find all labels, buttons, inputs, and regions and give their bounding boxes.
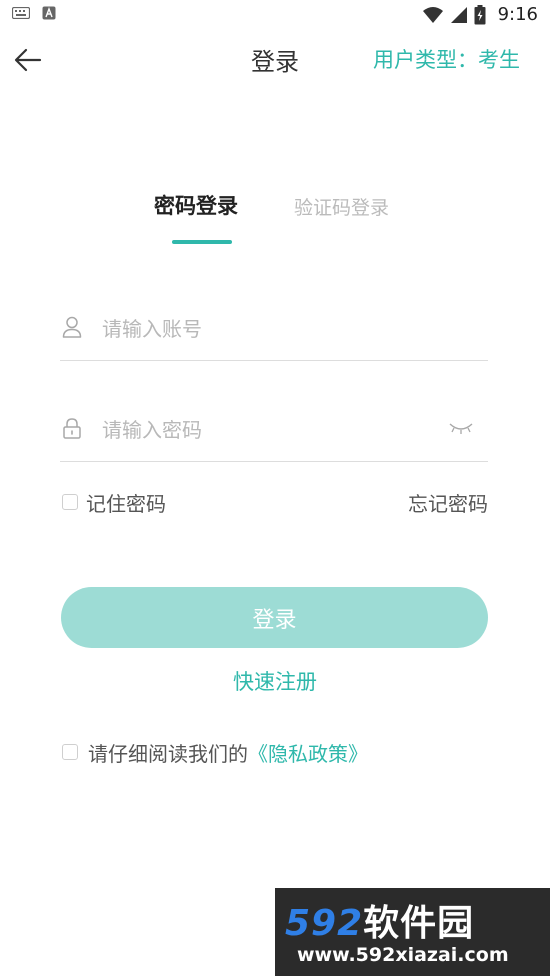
signal-icon <box>450 6 467 23</box>
forgot-password-link[interactable]: 忘记密码 <box>408 488 488 517</box>
tab-password-login[interactable]: 密码登录 <box>154 190 238 220</box>
login-tabs: 密码登录 验证码登录 <box>0 190 550 250</box>
a-notification-icon <box>42 6 56 20</box>
eye-closed-icon[interactable] <box>448 419 474 437</box>
tab-code-login[interactable]: 验证码登录 <box>294 193 389 220</box>
watermark-banner: 592软件园 www.592xiazai.com <box>275 888 550 976</box>
login-button[interactable]: 登录 <box>61 587 488 648</box>
privacy-agree-checkbox[interactable] <box>62 744 78 760</box>
username-field-row <box>60 300 488 361</box>
user-icon <box>62 316 82 338</box>
remember-password-checkbox[interactable] <box>62 494 78 510</box>
user-type-selector[interactable]: 用户类型：考生 <box>373 44 520 74</box>
status-left <box>12 6 56 20</box>
status-bar: 9:16 <box>0 0 550 30</box>
watermark-logo-text: 软件园 <box>363 903 475 944</box>
privacy-prompt: 请仔细阅读我们的 <box>88 742 248 766</box>
lock-icon <box>63 418 81 439</box>
password-input[interactable] <box>100 409 444 451</box>
status-right: 9:16 <box>422 4 538 25</box>
keyboard-icon <box>12 7 30 19</box>
watermark-url: www.592xiazai.com <box>297 944 509 966</box>
privacy-text: 请仔细阅读我们的《隐私政策》 <box>88 738 368 767</box>
watermark-logo: 592软件园 <box>285 894 474 946</box>
username-input[interactable] <box>100 308 444 350</box>
active-tab-indicator <box>172 240 232 244</box>
back-button[interactable] <box>10 42 46 78</box>
wifi-icon <box>422 6 443 23</box>
privacy-row: 请仔细阅读我们的《隐私政策》 <box>60 736 490 766</box>
battery-icon <box>474 4 486 24</box>
privacy-policy-link[interactable]: 《隐私政策》 <box>248 742 368 766</box>
password-field-row <box>60 401 488 462</box>
status-time: 9:16 <box>497 4 538 25</box>
quick-register-link[interactable]: 快速注册 <box>0 666 550 696</box>
arrow-left-icon <box>14 48 42 72</box>
remember-password-label[interactable]: 记住密码 <box>86 488 166 517</box>
options-row: 记住密码 忘记密码 <box>60 486 488 516</box>
header: 登录 用户类型：考生 <box>0 30 550 90</box>
watermark-logo-number: 592 <box>285 903 364 944</box>
